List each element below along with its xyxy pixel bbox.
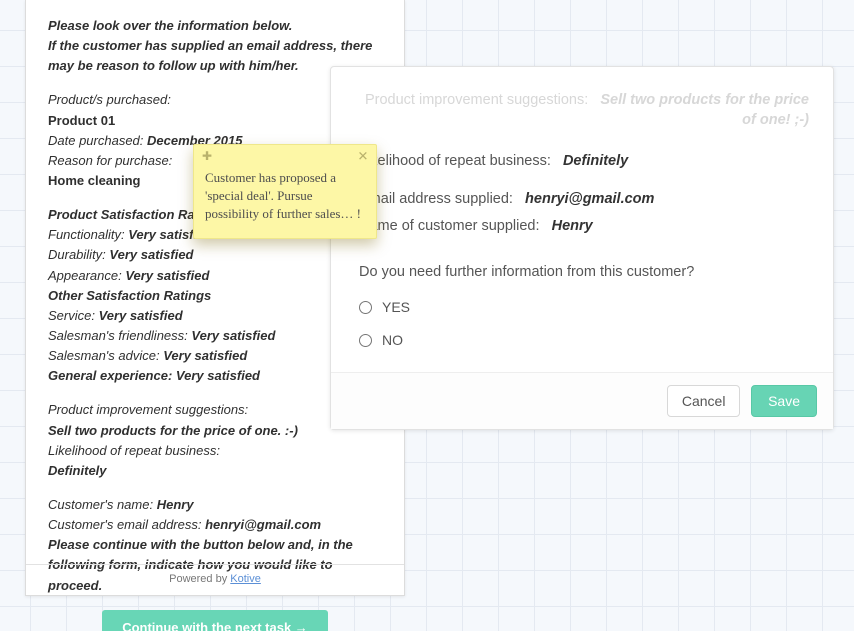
radio-no-label: NO — [382, 327, 403, 354]
sticky-note[interactable]: ✚ ✕ Customer has proposed a 'special dea… — [193, 144, 377, 239]
followup-question: Do you need further information from thi… — [359, 259, 809, 287]
cancel-button[interactable]: Cancel — [667, 385, 741, 417]
followup-panel: Product improvement suggestions: Sell tw… — [330, 66, 834, 430]
rb-value: Definitely — [563, 153, 628, 169]
product-value: Product 01 — [48, 113, 115, 128]
cust-name-label: Customer's name: — [48, 497, 153, 512]
suggestion-value: Sell two products for the price of one. … — [48, 423, 298, 438]
appearance-value: Very satisfied — [125, 268, 209, 283]
em-value: henryi@gmail.com — [525, 191, 654, 207]
repeat-value: Definitely — [48, 463, 107, 478]
friendliness-label: Salesman's friendliness: — [48, 328, 188, 343]
powered-label: Powered by — [169, 573, 230, 585]
general-value: Very satisfied — [176, 368, 260, 383]
sticky-pin-icon[interactable]: ✚ — [202, 148, 212, 165]
footer: Powered by Kotive — [26, 564, 404, 585]
powered-link[interactable]: Kotive — [230, 573, 261, 585]
date-label: Date purchased: — [48, 133, 143, 148]
radio-no-row[interactable]: NO — [359, 327, 809, 354]
pis-faded-label: Product improvement suggestions: — [365, 92, 588, 108]
general-label: General experience: — [48, 368, 172, 383]
durability-label: Durability: — [48, 247, 106, 262]
pis-faded-value: Sell two products for the price of one! … — [600, 92, 809, 128]
cust-email-label: Customer's email address: — [48, 517, 201, 532]
functionality-label: Functionality: — [48, 227, 125, 242]
product-label: Product/s purchased: — [48, 92, 171, 107]
reason-value: Home cleaning — [48, 173, 140, 188]
pis-faded-row: Product improvement suggestions: Sell tw… — [359, 91, 809, 130]
nm-value: Henry — [552, 218, 593, 234]
intro-line1: Please look over the information below. — [48, 18, 292, 33]
service-value: Very satisfied — [99, 308, 183, 323]
durability-value: Very satisfied — [109, 247, 193, 262]
nm-label: Name of customer supplied: — [359, 218, 540, 234]
sticky-close-icon[interactable]: ✕ — [357, 147, 368, 165]
advice-value: Very satisfied — [163, 348, 247, 363]
service-label: Service: — [48, 308, 95, 323]
appearance-label: Appearance: — [48, 268, 122, 283]
osr-header: Other Satisfaction Ratings — [48, 288, 211, 303]
sticky-text: Customer has proposed a 'special deal'. … — [205, 170, 361, 221]
cust-email-value: henryi@gmail.com — [205, 517, 321, 532]
cust-name-value: Henry — [157, 497, 194, 512]
advice-label: Salesman's advice: — [48, 348, 160, 363]
followup-footer: Cancel Save — [331, 372, 833, 429]
em-label: Email address supplied: — [359, 191, 513, 207]
continue-button[interactable]: Continue with the next task → — [102, 610, 328, 631]
radio-yes-row[interactable]: YES — [359, 294, 809, 321]
repeat-label: Likelihood of repeat business: — [48, 443, 220, 458]
suggestion-label: Product improvement suggestions: — [48, 402, 248, 417]
reason-label: Reason for purchase: — [48, 153, 172, 168]
save-button[interactable]: Save — [751, 385, 817, 417]
radio-yes-label: YES — [382, 294, 410, 321]
radio-yes[interactable] — [359, 301, 372, 314]
radio-no[interactable] — [359, 334, 372, 347]
rb-label: Likelihood of repeat business: — [359, 153, 551, 169]
friendliness-value: Very satisfied — [191, 328, 275, 343]
intro-line2: If the customer has supplied an email ad… — [48, 38, 372, 73]
